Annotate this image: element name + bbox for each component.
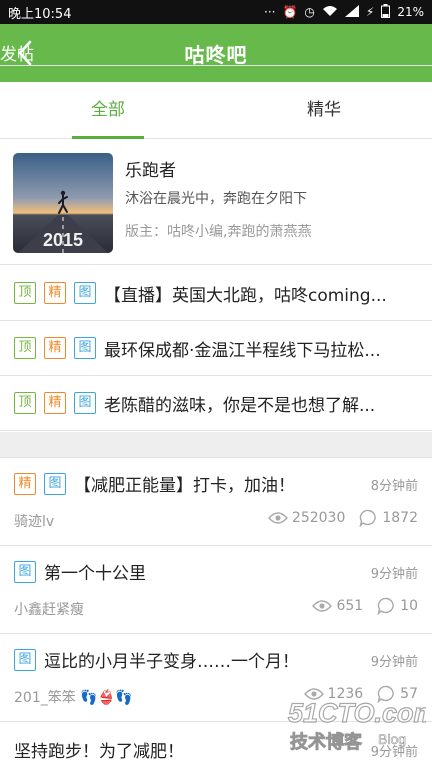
post-time: 9分钟前: [370, 655, 418, 670]
view-count: 252030: [267, 510, 345, 526]
post-author: 小鑫赶紧瘦: [14, 602, 84, 618]
tag-top: 顶: [14, 337, 36, 359]
battery-icon: [381, 3, 391, 21]
tab-bar: 全部 精华: [0, 82, 432, 139]
signal-icon: [344, 4, 359, 20]
tag-essence: 精: [44, 282, 66, 304]
tag-top: 顶: [14, 282, 36, 304]
comment-icon: [359, 509, 377, 527]
tag-image: 图: [14, 560, 36, 583]
alarm-icon: ⏰: [282, 5, 298, 19]
post-author: 201_笨笨 👣👙👣: [14, 690, 133, 706]
top-bar: 咕咚吧 发帖: [0, 24, 432, 82]
tag-essence: 精: [44, 392, 66, 414]
post-title: 坚持跑步！为了减肥！: [14, 742, 184, 762]
battery-percent: 21%: [397, 5, 424, 19]
comment-icon: [377, 597, 394, 615]
post-title: 逗比的小月半子变身……一个月！: [44, 652, 299, 672]
tag-top: 顶: [14, 392, 36, 414]
comment-count: 1872: [359, 509, 418, 527]
eye-icon: [267, 512, 288, 524]
post-title: 第一个十公里: [44, 564, 146, 584]
post-item[interactable]: 精 图 【减肥正能量】打卡，加油！ 8分钟前 骑迹lv 252030 1872: [0, 459, 432, 546]
tag-essence: 精: [14, 472, 36, 495]
clock-icon: ◷: [304, 5, 315, 19]
post-stats: 252030 1872: [254, 509, 418, 527]
tab-essence[interactable]: 精华: [216, 82, 432, 138]
post-time: 8分钟前: [370, 479, 418, 494]
forum-header[interactable]: 2015 乐跑者 沐浴在晨光中，奔跑在夕阳下 版主：咕咚小编,奔跑的萧燕燕: [0, 140, 432, 265]
post-stats: 651 10: [298, 597, 418, 615]
site-watermark: 51CTO.com 技术博客 Blog: [286, 690, 432, 768]
tag-image: 图: [74, 282, 96, 304]
pinned-post-title: 最环保成都·金温江半程线下马拉松...: [104, 340, 381, 361]
wifi-icon: [322, 5, 338, 20]
cover-year-text: 2015: [43, 230, 83, 250]
charging-icon: ⚡: [365, 5, 375, 19]
pinned-post-title: 老陈醋的滋味，你是不是也想了解...: [104, 395, 376, 416]
tag-image: 图: [44, 472, 66, 495]
status-icons: ··· ⏰ ◷ ⚡ 21%: [264, 3, 424, 21]
post-time: 9分钟前: [370, 567, 418, 582]
eye-icon: [312, 600, 333, 612]
tag-image: 图: [74, 337, 96, 359]
new-post-button[interactable]: 发帖: [0, 40, 432, 66]
status-time: 晚上10:54: [8, 6, 72, 22]
pinned-post[interactable]: 顶 精 图 【直播】英国大北跑，咕咚coming...: [0, 266, 432, 321]
watermark-blog: Blog: [378, 731, 406, 747]
post-author: 骑迹lv: [14, 514, 55, 530]
forum-cover-image: 2015: [13, 153, 113, 253]
status-bar: 晚上10:54 ··· ⏰ ◷ ⚡ 21%: [0, 0, 432, 24]
pinned-post-title: 【直播】英国大北跑，咕咚coming...: [104, 285, 387, 306]
tag-image: 图: [14, 648, 36, 671]
tag-image: 图: [74, 392, 96, 414]
comment-count: 10: [377, 597, 418, 615]
pinned-post[interactable]: 顶 精 图 最环保成都·金温江半程线下马拉松...: [0, 321, 432, 376]
view-count: 651: [312, 598, 363, 614]
tab-all[interactable]: 全部: [0, 82, 216, 139]
forum-moderators: 版主：咕咚小编,奔跑的萧燕燕: [125, 224, 312, 240]
pinned-post[interactable]: 顶 精 图 老陈醋的滋味，你是不是也想了解...: [0, 376, 432, 431]
section-divider: [0, 432, 432, 458]
tag-essence: 精: [44, 337, 66, 359]
forum-name: 乐跑者: [125, 161, 176, 181]
post-item[interactable]: 图 第一个十公里 9分钟前 小鑫赶紧瘦 651 10: [0, 547, 432, 634]
watermark-sub: 技术博客: [290, 731, 363, 753]
post-title: 【减肥正能量】打卡，加油！: [74, 476, 295, 496]
watermark-site: 51CTO.com: [288, 698, 426, 728]
more-icon: ···: [264, 5, 276, 19]
pinned-post-list: 顶 精 图 【直播】英国大北跑，咕咚coming... 顶 精 图 最环保成都·…: [0, 266, 432, 431]
forum-slogan: 沐浴在晨光中，奔跑在夕阳下: [125, 191, 307, 207]
